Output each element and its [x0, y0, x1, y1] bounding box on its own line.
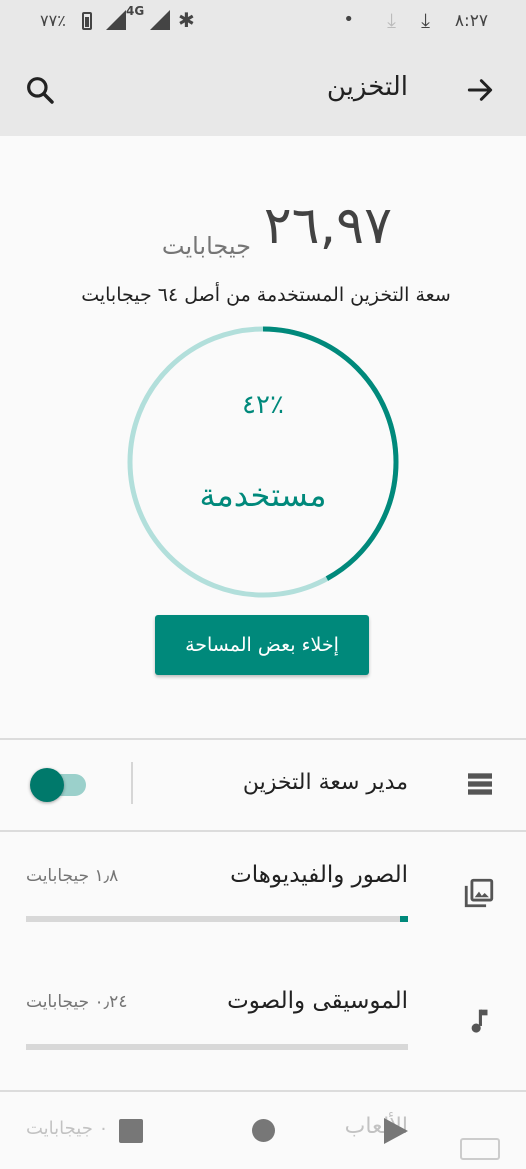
navigation-bar: [0, 1092, 526, 1169]
notification-dot-icon: •: [343, 9, 354, 30]
bluetooth-icon: ✱: [178, 8, 195, 32]
category-usage-bar: [26, 916, 408, 922]
divider: [131, 762, 133, 804]
storage-manager-toggle[interactable]: [30, 768, 86, 802]
status-time: ٨:٢٧: [454, 11, 488, 31]
search-icon[interactable]: [24, 74, 56, 106]
music-note-icon: [471, 1009, 488, 1033]
download-icon: ⤓: [387, 8, 396, 32]
category-row-photos[interactable]: الصور والفيديوهات ١٫٨ جيجابايت: [0, 832, 526, 958]
usage-ring-graphic: [127, 326, 399, 598]
photo-library-icon: [464, 878, 494, 908]
nav-back-icon[interactable]: [384, 1118, 408, 1144]
battery-icon: [82, 12, 92, 30]
toggle-thumb: [30, 768, 64, 802]
back-arrow-icon[interactable]: [464, 74, 496, 106]
nav-recents-icon[interactable]: [119, 1119, 143, 1143]
used-unit: جيجابايت: [161, 232, 251, 260]
usage-label: مستخدمة: [199, 476, 327, 514]
category-label: الموسيقى والصوت: [227, 988, 408, 1014]
storage-manager-row[interactable]: مدير سعة التخزين: [0, 740, 526, 830]
storage-list-icon: [468, 773, 492, 795]
category-usage-bar: [26, 1044, 408, 1050]
usage-percent: ٤٢٪: [242, 390, 284, 420]
app-bar: التخزين: [0, 46, 526, 136]
nav-home-icon[interactable]: [252, 1119, 275, 1142]
page-title: التخزين: [326, 72, 408, 102]
category-usage-fill: [400, 916, 408, 922]
network-type: 4G: [126, 4, 145, 18]
signal-icon: [150, 10, 170, 30]
status-bar: ٨:٢٧ • ⤓ ⤓ ٧٧٪ 4G ✱: [0, 0, 526, 46]
usage-ring: ٤٢٪ مستخدمة: [127, 326, 399, 598]
category-size: ٠٫٢٤ جيجابايت: [26, 992, 128, 1012]
category-row-audio[interactable]: الموسيقى والصوت ٠٫٢٤ جيجابايت: [0, 958, 526, 1084]
download-icon: ⤓: [421, 8, 430, 32]
used-caption: سعة التخزين المستخدمة من أصل ٦٤ جيجابايت: [81, 284, 451, 306]
storage-manager-label: مدير سعة التخزين: [242, 770, 408, 795]
battery-percent: ٧٧٪: [40, 11, 66, 30]
storage-summary: ٢٦,٩٧ جيجابايت سعة التخزين المستخدمة من …: [0, 136, 526, 738]
free-up-space-button[interactable]: إخلاء بعض المساحة: [155, 615, 369, 675]
category-label: الصور والفيديوهات: [230, 862, 408, 888]
category-size: ١٫٨ جيجابايت: [26, 866, 119, 886]
used-amount: ٢٦,٩٧: [263, 196, 392, 256]
signal-icon: [106, 10, 126, 30]
keyboard-icon[interactable]: [460, 1138, 500, 1160]
